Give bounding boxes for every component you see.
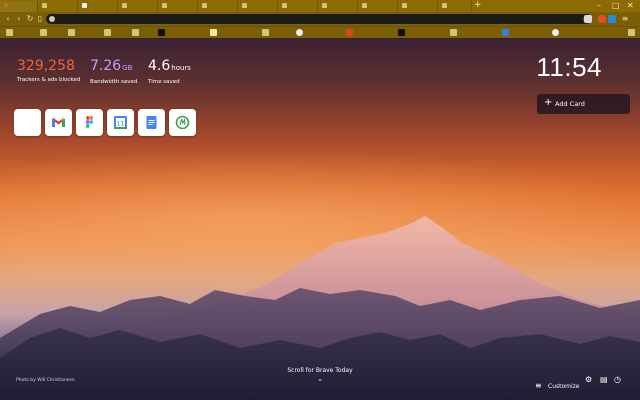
bookmark-toggle-icon[interactable]: ▯	[35, 14, 45, 24]
top-site-green[interactable]	[169, 109, 196, 136]
bookmark-site-icon[interactable]	[158, 29, 165, 36]
scroll-brave-today[interactable]: Scroll for Brave Today ⌄	[270, 367, 370, 383]
tab-12[interactable]	[438, 1, 472, 12]
tab-new-tab[interactable]: ✕	[0, 1, 38, 12]
brave-shields-icon[interactable]	[584, 15, 592, 23]
tab-10[interactable]	[358, 1, 398, 12]
figma-icon	[86, 116, 94, 128]
bookmark-site-icon[interactable]	[210, 29, 217, 36]
top-site-docs[interactable]	[138, 109, 165, 136]
tab-favicon-icon	[122, 3, 127, 8]
bandwidth-label: Bandwidth saved	[90, 79, 138, 85]
new-tab-button[interactable]: +	[474, 0, 482, 11]
tab-favicon-icon	[42, 3, 47, 8]
bookmark-folder-icon[interactable]	[68, 29, 75, 36]
tab-8[interactable]	[278, 1, 318, 12]
green-circle-icon	[175, 115, 190, 130]
add-card-label: Add Card	[555, 100, 585, 108]
new-tab-page: 329,258 Trackers & ads blocked 7.26GB Ba…	[0, 38, 640, 400]
bookmark-folder-icon[interactable]	[132, 29, 139, 36]
maximize-button[interactable]: □	[612, 0, 620, 11]
time-saved-unit: hours	[171, 64, 191, 72]
stat-bandwidth: 7.26GB Bandwidth saved	[90, 58, 137, 85]
history-clock-icon[interactable]: ◷	[614, 376, 621, 384]
browser-toolbar: ‹ › ↻ ▯ ☆ ≡	[0, 12, 640, 26]
photo-credit[interactable]: Photo by Will Christiansen	[16, 378, 75, 383]
time-saved-value: 4.6	[148, 58, 171, 74]
bookmarks-bar	[0, 26, 640, 38]
calendar-day: 11	[117, 120, 125, 127]
other-bookmarks-icon[interactable]	[628, 29, 635, 36]
top-site-calendar[interactable]: 11	[107, 109, 134, 136]
gmail-icon	[52, 118, 65, 127]
bookmark-site-icon[interactable]	[296, 29, 303, 36]
customize-label: Customize	[548, 383, 580, 390]
bookmark-site-icon[interactable]	[552, 29, 559, 36]
clock: 11:54	[536, 52, 602, 82]
bookmarks-icon[interactable]: ▤	[600, 376, 608, 384]
extension-red-icon[interactable]	[598, 15, 606, 23]
bandwidth-value: 7.26	[90, 58, 122, 74]
bookmark-folder-icon[interactable]	[40, 29, 47, 36]
bookmark-site-icon[interactable]	[502, 29, 509, 36]
tab-5[interactable]	[158, 1, 198, 12]
time-saved-label: Time saved	[148, 79, 180, 85]
back-icon[interactable]: ‹	[3, 14, 13, 24]
tab-4[interactable]	[118, 1, 158, 12]
plus-icon: +	[544, 97, 553, 108]
reload-icon[interactable]: ↻	[25, 14, 35, 24]
tab-favicon-icon	[202, 3, 207, 8]
menu-icon[interactable]: ≡	[620, 14, 630, 24]
sliders-icon: ≡	[535, 381, 542, 390]
top-site-blank[interactable]	[14, 109, 41, 136]
bandwidth-unit: GB	[122, 64, 133, 72]
tab-favicon-icon	[282, 3, 287, 8]
minimize-button[interactable]: –	[597, 0, 601, 11]
tab-11[interactable]	[398, 1, 438, 12]
bookmark-folder-icon[interactable]	[6, 29, 13, 36]
tab-favicon-icon	[82, 3, 87, 8]
tab-2[interactable]	[38, 1, 78, 12]
bookmark-folder-icon[interactable]	[104, 29, 111, 36]
top-site-figma[interactable]	[76, 109, 103, 136]
tab-9[interactable]	[318, 1, 358, 12]
tab-6[interactable]	[198, 1, 238, 12]
mountain-background	[0, 216, 640, 400]
trackers-count: 329,258	[17, 58, 75, 74]
address-bar[interactable]: ☆	[46, 14, 592, 24]
stat-time: 4.6hours Time saved	[148, 58, 191, 85]
trackers-label: Trackers & ads blocked	[17, 77, 81, 83]
docs-icon	[146, 116, 157, 129]
settings-gear-icon[interactable]: ⚙	[585, 376, 592, 384]
brave-search-icon	[49, 16, 55, 22]
tab-close-icon[interactable]: ✕	[3, 1, 9, 11]
tab-favicon-icon	[402, 3, 407, 8]
tab-favicon-icon	[362, 3, 367, 8]
top-site-gmail[interactable]	[45, 109, 72, 136]
bookmark-folder-icon[interactable]	[262, 29, 269, 36]
add-card-button[interactable]: + Add Card	[537, 94, 630, 114]
address-input[interactable]	[58, 14, 558, 24]
tab-favicon-icon	[442, 3, 447, 8]
window-close-button[interactable]: ✕	[627, 0, 634, 11]
stat-trackers: 329,258 Trackers & ads blocked	[17, 58, 80, 83]
bookmark-folder-icon[interactable]	[450, 29, 457, 36]
bookmark-site-icon[interactable]	[346, 29, 353, 36]
tab-3[interactable]	[78, 1, 118, 12]
tab-strip: ✕ + – □ ✕	[0, 0, 640, 12]
forward-icon[interactable]: ›	[14, 14, 24, 24]
calendar-icon: 11	[114, 116, 127, 129]
tab-favicon-icon	[322, 3, 327, 8]
tab-7[interactable]	[238, 1, 278, 12]
chevron-down-icon: ⌄	[317, 375, 323, 383]
extension-blue-icon[interactable]	[608, 15, 616, 23]
tab-favicon-icon	[242, 3, 247, 8]
scroll-brave-today-label: Scroll for Brave Today	[287, 367, 353, 374]
tab-favicon-icon	[162, 3, 167, 8]
bookmark-site-icon[interactable]	[398, 29, 405, 36]
